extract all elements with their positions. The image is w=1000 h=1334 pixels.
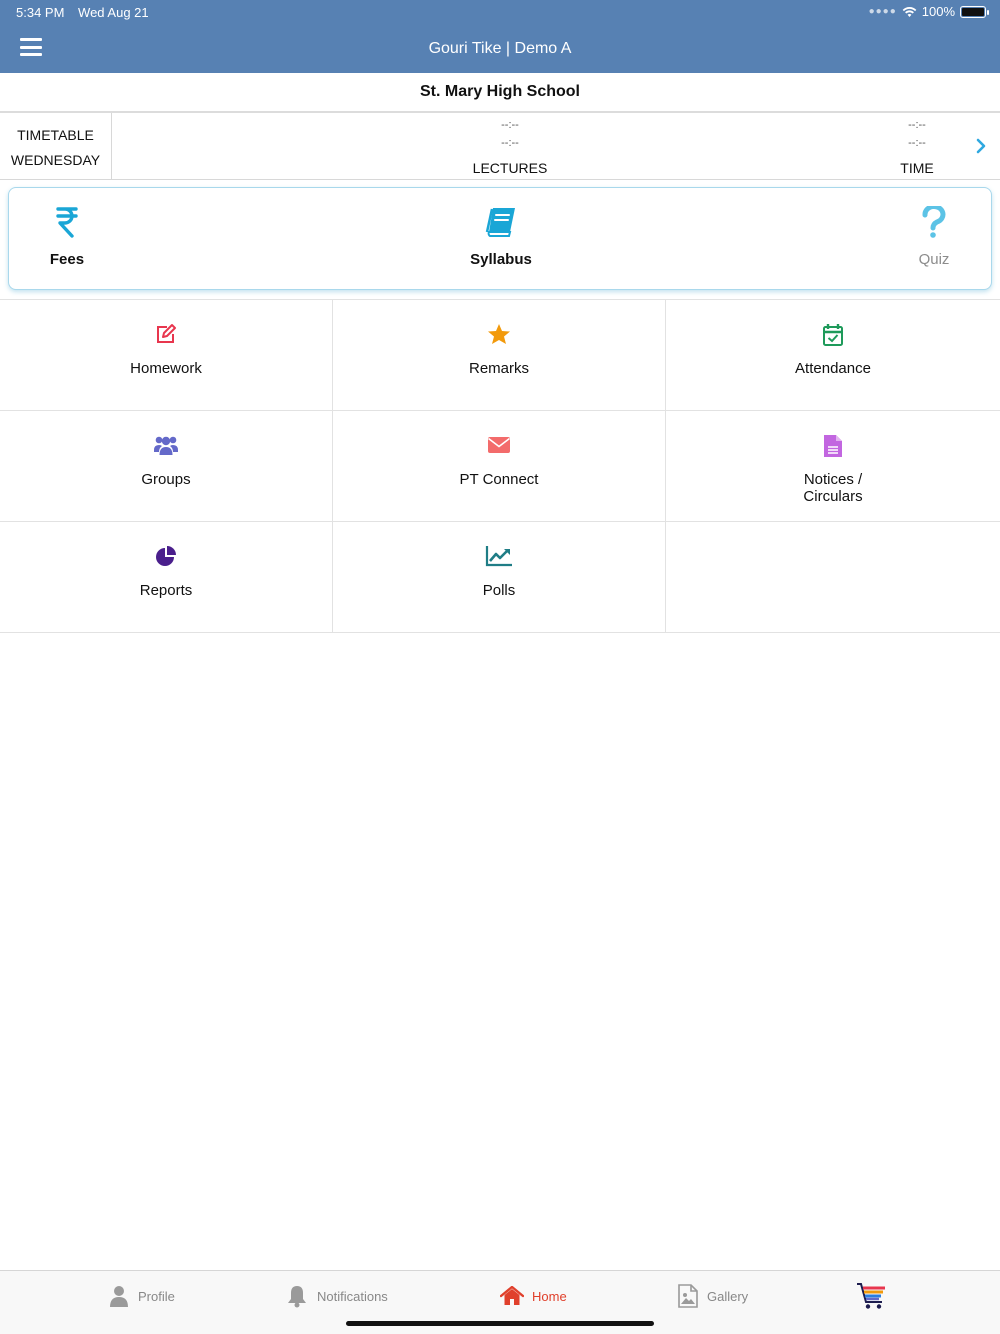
quick-links-card: Fees Syllabus Quiz — [8, 187, 992, 290]
time-value: --:-- — [908, 119, 926, 131]
star-icon — [488, 324, 510, 344]
status-bar-left: 5:34 PM Wed Aug 21 — [16, 5, 149, 20]
nav-home-label: Home — [532, 1288, 567, 1304]
homework-tile[interactable]: Homework — [0, 300, 333, 411]
nav-gallery[interactable]: Gallery — [677, 1283, 748, 1309]
nav-profile[interactable]: Profile — [108, 1283, 175, 1309]
fees-label: Fees — [49, 251, 85, 268]
notices-tile[interactable]: Notices / Circulars — [666, 411, 1000, 522]
users-icon — [154, 436, 178, 455]
attendance-tile[interactable]: Attendance — [666, 300, 1000, 411]
document-icon — [824, 435, 842, 457]
quiz-label: Quiz — [918, 251, 950, 268]
signal-icon: ●●●● — [868, 6, 897, 17]
status-bar-right: ●●●● 100% — [868, 4, 989, 19]
module-grid: Homework Remarks Attendance Groups PT Co… — [0, 299, 1000, 633]
edit-icon — [157, 324, 176, 343]
lectures-heading: LECTURES — [472, 160, 548, 176]
battery-icon — [960, 5, 989, 18]
nav-gallery-label: Gallery — [707, 1288, 749, 1304]
groups-label: Groups — [141, 471, 191, 488]
app-title: Gouri Tike | Demo A — [428, 40, 572, 57]
reports-label: Reports — [139, 582, 193, 599]
envelope-icon — [488, 437, 510, 453]
time-value: --:-- — [908, 137, 926, 149]
user-icon — [110, 1286, 128, 1307]
line-chart-icon — [485, 546, 512, 567]
remarks-tile[interactable]: Remarks — [333, 300, 666, 411]
home-icon — [500, 1286, 524, 1305]
bell-icon — [288, 1286, 306, 1308]
fees-button[interactable]: Fees — [7, 188, 127, 288]
syllabus-label: Syllabus — [470, 251, 532, 268]
nav-profile-label: Profile — [138, 1288, 175, 1304]
nav-notifications-label: Notifications — [317, 1288, 388, 1304]
pie-chart-icon — [156, 546, 176, 566]
calendar-check-icon — [823, 324, 843, 346]
timetable-day: WEDNESDAY — [10, 152, 101, 168]
nav-notifications[interactable]: Notifications — [285, 1283, 388, 1309]
syllabus-button[interactable]: Syllabus — [441, 188, 561, 288]
nav-cart[interactable] — [856, 1283, 896, 1309]
timetable-label: TIMETABLE WEDNESDAY — [0, 113, 112, 179]
empty-tile — [666, 522, 1000, 633]
timetable-lectures: --:-- --:-- LECTURES — [460, 116, 560, 176]
school-name: St. Mary High School — [0, 73, 1000, 113]
timetable-strip[interactable]: TIMETABLE WEDNESDAY --:-- --:-- LECTURES… — [0, 113, 1000, 180]
question-icon — [922, 206, 946, 238]
polls-label: Polls — [482, 582, 516, 599]
groups-tile[interactable]: Groups — [0, 411, 333, 522]
pt-connect-tile[interactable]: PT Connect — [333, 411, 666, 522]
timetable-title: TIMETABLE — [17, 127, 94, 143]
lecture-value: --:-- — [501, 137, 519, 149]
reports-tile[interactable]: Reports — [0, 522, 333, 633]
status-date: Wed Aug 21 — [78, 5, 149, 20]
nav-home[interactable]: Home — [500, 1283, 567, 1309]
quiz-button[interactable]: Quiz — [874, 188, 994, 288]
polls-tile[interactable]: Polls — [333, 522, 666, 633]
rupee-icon — [56, 207, 78, 238]
remarks-label: Remarks — [468, 360, 529, 377]
home-indicator — [346, 1321, 654, 1326]
image-icon — [678, 1284, 698, 1308]
chevron-right-icon[interactable] — [974, 138, 988, 154]
attendance-label: Attendance — [795, 360, 871, 377]
status-time: 5:34 PM — [16, 5, 65, 20]
book-icon — [485, 208, 515, 237]
wifi-icon — [902, 6, 917, 17]
app-header: 5:34 PM Wed Aug 21 ●●●● 100% Gouri Tike … — [0, 0, 1000, 73]
battery-percent: 100% — [921, 4, 955, 19]
timetable-time: --:-- --:-- TIME — [867, 116, 967, 176]
notices-label: Notices / Circulars — [803, 471, 863, 505]
lecture-value: --:-- — [501, 119, 519, 131]
homework-label: Homework — [130, 360, 202, 377]
cart-icon — [857, 1283, 885, 1309]
time-heading: TIME — [900, 160, 934, 176]
pt-connect-label: PT Connect — [459, 471, 539, 488]
